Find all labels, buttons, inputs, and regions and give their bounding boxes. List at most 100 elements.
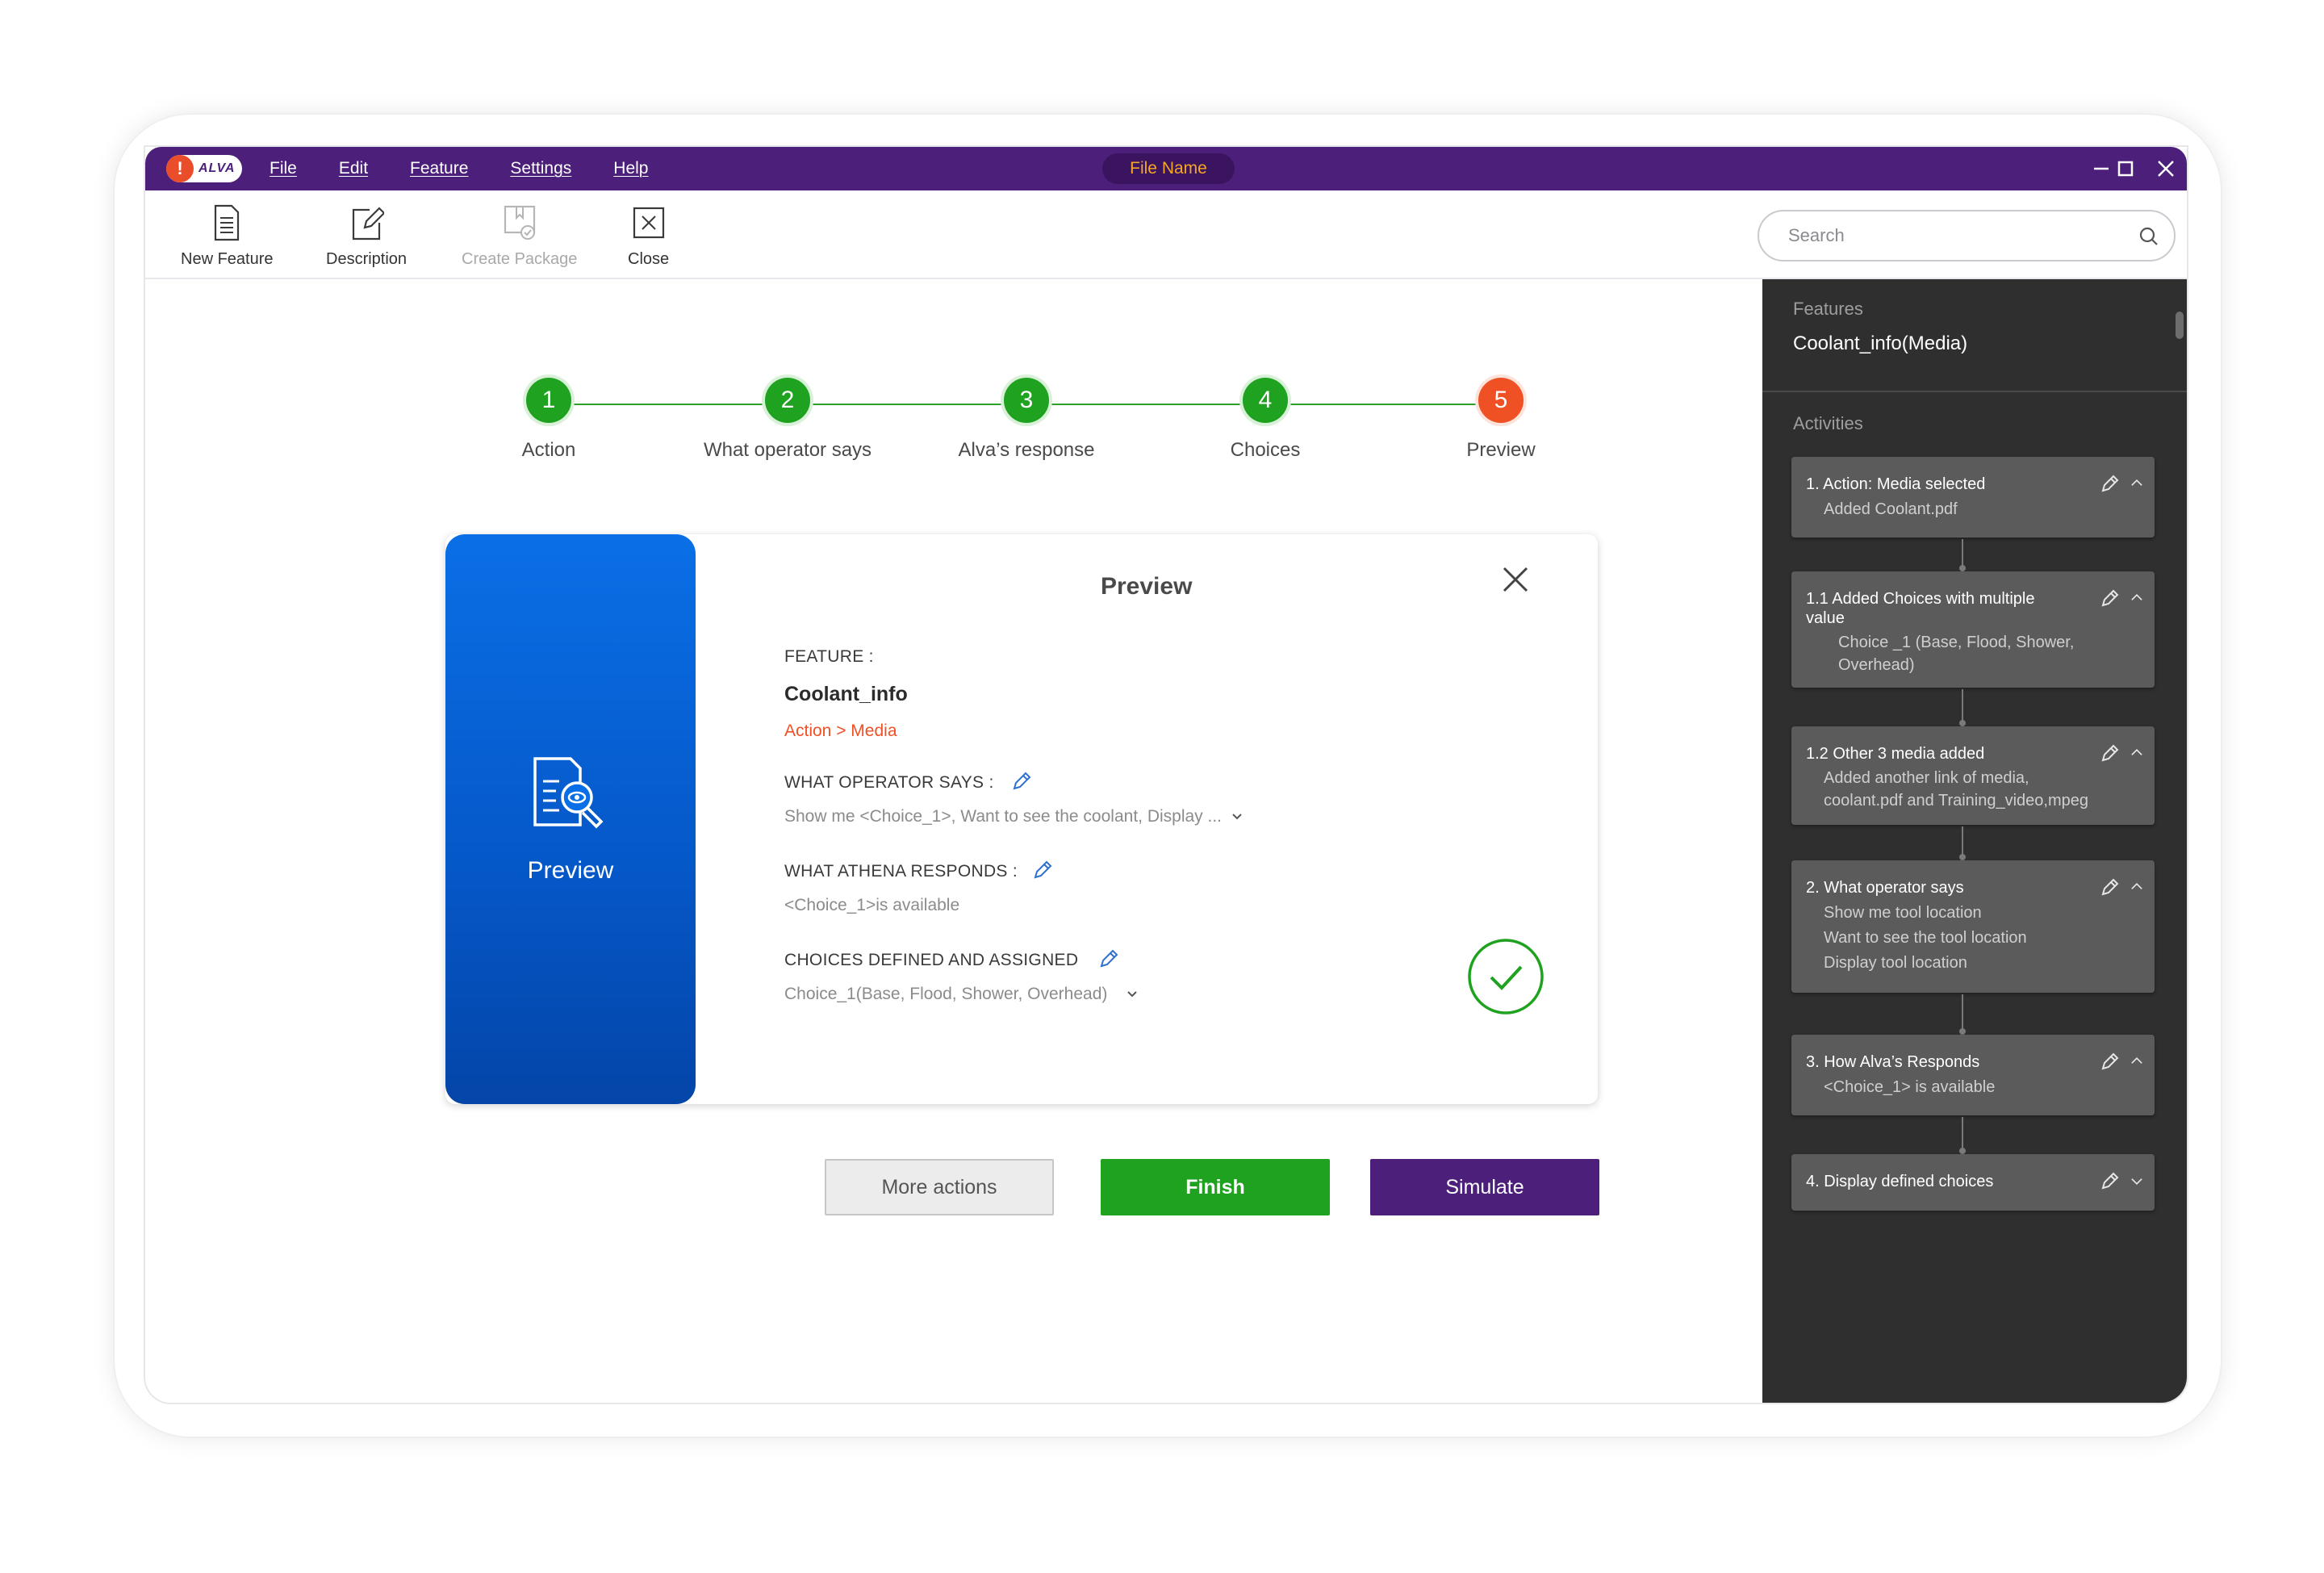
logo-mark-icon: ! (166, 155, 194, 182)
activity-connector (1959, 689, 1966, 726)
step-number: 2 (765, 378, 810, 423)
chevron-up-icon[interactable] (2129, 590, 2145, 606)
activity-connector (1959, 826, 1966, 860)
chevron-up-icon[interactable] (2129, 1053, 2145, 1069)
preview-side-label: Preview (527, 857, 614, 884)
description-button[interactable]: Description (326, 203, 407, 269)
edit-operator-says-icon[interactable] (1010, 770, 1033, 793)
menu-edit[interactable]: Edit (339, 159, 368, 178)
create-package-button[interactable]: Create Package (462, 203, 577, 269)
activity-connector (1959, 1117, 1966, 1154)
preview-card: Preview Preview FEATURE : Coolant_info A… (445, 534, 1598, 1104)
activities-label: Activities (1793, 413, 1863, 433)
activity-card[interactable]: 1.1 Added Choices with multiple value Ch… (1791, 571, 2155, 688)
step-label: Alva’s response (958, 439, 1095, 461)
pencil-icon[interactable] (2100, 473, 2121, 494)
activity-connector (1959, 994, 1966, 1035)
chevron-up-icon[interactable] (2129, 879, 2145, 895)
step-alvas-response[interactable]: 3 Alva’s response (905, 378, 1147, 462)
close-box-icon (633, 207, 664, 239)
pencil-icon[interactable] (2100, 876, 2121, 897)
step-what-operator-says[interactable]: 2 What operator says (667, 378, 909, 462)
edit-choices-icon[interactable] (1097, 948, 1120, 970)
operator-says-value[interactable]: Show me <Choice_1>, Want to see the cool… (784, 807, 1244, 826)
search-box (1758, 210, 2176, 261)
step-choices[interactable]: 4 Choices (1144, 378, 1386, 462)
maximize-icon (2117, 161, 2134, 177)
step-label: Action (521, 439, 576, 461)
feature-path: Action > Media (784, 722, 897, 740)
activity-title: 2. What operator says (1806, 879, 1964, 897)
menu-file[interactable]: File (270, 159, 297, 178)
activity-title: 3. How Alva’s Responds (1806, 1053, 1980, 1071)
pencil-icon[interactable] (2100, 1170, 2121, 1191)
step-preview[interactable]: 5 Preview (1380, 378, 1622, 462)
app-logo: ! ALVA (166, 155, 242, 182)
activity-card[interactable]: 1. Action: Media selected Added Coolant.… (1791, 457, 2155, 538)
chevron-down-icon[interactable] (2129, 1173, 2145, 1189)
window-close-button[interactable] (2142, 147, 2187, 190)
activity-detail: Added Coolant.pdf (1824, 500, 1958, 518)
activity-card[interactable]: 2. What operator says Show me tool locat… (1791, 860, 2155, 993)
step-number: 1 (526, 378, 571, 423)
operator-says-text: Show me <Choice_1>, Want to see the cool… (784, 807, 1223, 826)
chevron-up-icon[interactable] (2129, 475, 2145, 492)
features-label: Features (1793, 299, 1863, 319)
toolbar: New Feature Description Create Package C… (145, 190, 2187, 279)
new-feature-button[interactable]: New Feature (181, 203, 274, 269)
search-icon[interactable] (2138, 226, 2159, 247)
pencil-icon[interactable] (2100, 588, 2121, 609)
activity-detail: Show me tool location Want to see the to… (1824, 904, 2027, 972)
activities-sidebar: Features Coolant_info(Media) Activities … (1762, 279, 2187, 1403)
edit-document-icon (352, 207, 385, 241)
chevron-down-icon (1232, 814, 1242, 820)
preview-title: Preview (1101, 573, 1193, 600)
new-document-icon (215, 204, 240, 241)
edit-athena-responds-icon[interactable] (1031, 859, 1054, 881)
app-window: ! ALVA File Edit Feature Settings Help F… (144, 145, 2188, 1404)
file-name-badge: File Name (1102, 153, 1235, 184)
activity-title: 4. Display defined choices (1806, 1173, 1994, 1190)
new-feature-label: New Feature (181, 250, 274, 268)
pencil-icon[interactable] (2100, 743, 2121, 763)
search-input[interactable] (1788, 225, 2127, 246)
activity-title: 1. Action: Media selected (1806, 475, 1986, 493)
menu-settings[interactable]: Settings (510, 159, 571, 178)
step-action[interactable]: 1 Action (428, 378, 670, 462)
athena-responds-value: <Choice_1>is available (784, 896, 959, 915)
choices-text: Choice_1(Base, Flood, Shower, Overhead) (784, 985, 1108, 1003)
feature-label: FEATURE : (784, 647, 874, 666)
description-label: Description (326, 250, 408, 268)
sidebar-scrollbar[interactable] (2176, 312, 2184, 339)
preview-side-panel: Preview (445, 534, 696, 1104)
choices-value[interactable]: Choice_1(Base, Flood, Shower, Overhead) (784, 985, 1139, 1004)
finish-button[interactable]: Finish (1101, 1159, 1330, 1215)
menu-bar: File Edit Feature Settings Help (270, 147, 691, 190)
activity-card[interactable]: 1.2 Other 3 media added Added another li… (1791, 726, 2155, 825)
pencil-icon[interactable] (2100, 1051, 2121, 1072)
title-bar: ! ALVA File Edit Feature Settings Help F… (145, 147, 2187, 190)
chevron-up-icon[interactable] (2129, 745, 2145, 761)
more-actions-button[interactable]: More actions (825, 1159, 1054, 1215)
athena-responds-text: <Choice_1>is available (784, 896, 960, 914)
menu-help[interactable]: Help (613, 159, 648, 178)
chevron-down-icon (1127, 991, 1138, 998)
close-icon (2158, 161, 2174, 177)
activity-detail: Added another link of media, coolant.pdf… (1824, 769, 2089, 810)
step-number: 4 (1243, 378, 1288, 423)
feature-name: Coolant_info(Media) (1793, 333, 1968, 354)
document-search-icon (533, 757, 604, 829)
sidebar-divider (1762, 391, 2187, 392)
create-package-label: Create Package (462, 250, 578, 268)
simulate-button[interactable]: Simulate (1370, 1159, 1599, 1215)
toolbar-close-button[interactable]: Close (628, 203, 669, 269)
activity-card[interactable]: 3. How Alva’s Responds <Choice_1> is ava… (1791, 1035, 2155, 1115)
activity-card[interactable]: 4. Display defined choices (1791, 1154, 2155, 1211)
menu-feature[interactable]: Feature (410, 159, 468, 178)
close-icon[interactable] (1499, 563, 1532, 596)
activity-title: 1.2 Other 3 media added (1806, 745, 1985, 763)
close-label: Close (628, 250, 670, 268)
activity-detail: <Choice_1> is available (1824, 1078, 1996, 1096)
logo-text: ALVA (199, 161, 236, 175)
activity-title: 1.1 Added Choices with multiple value (1806, 590, 2035, 627)
